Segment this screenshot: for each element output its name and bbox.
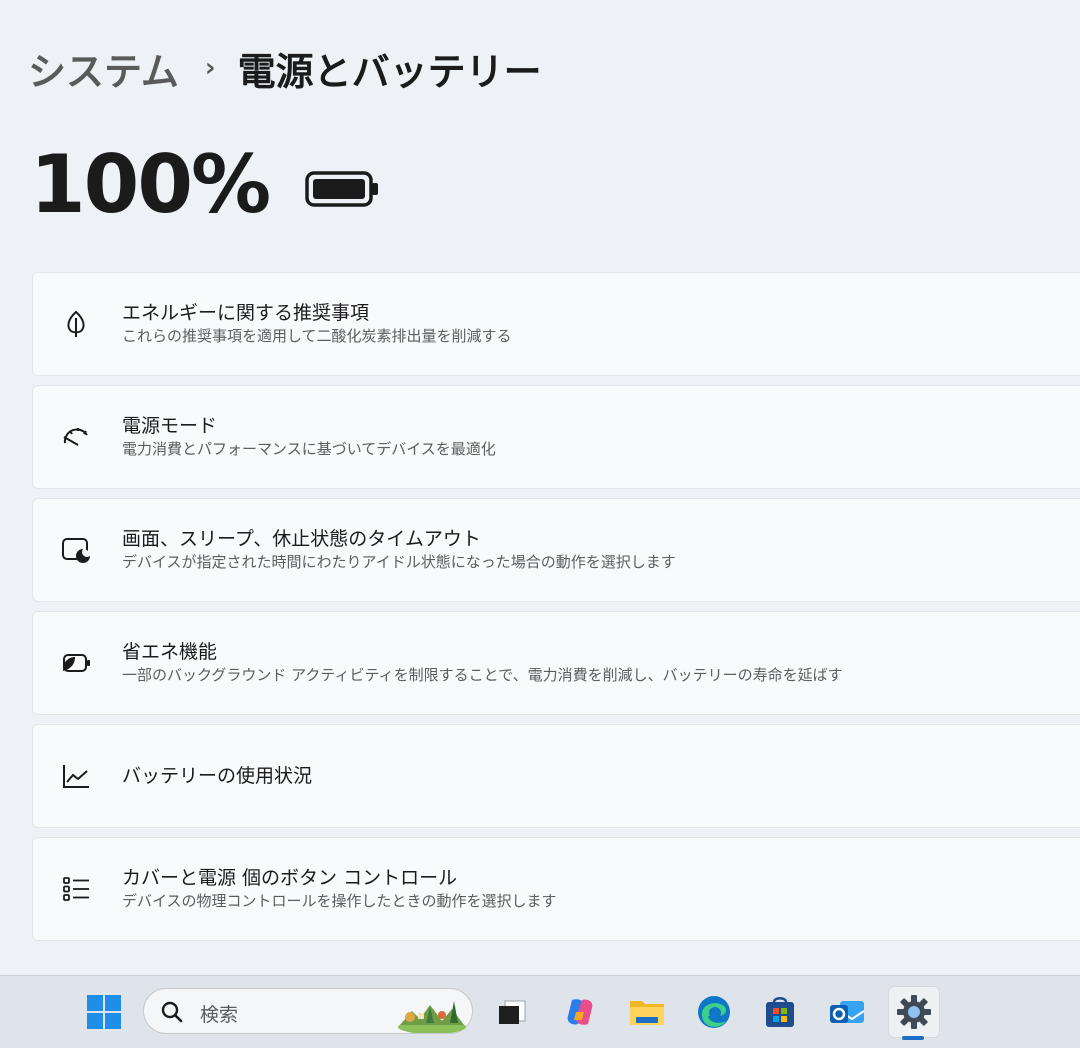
breadcrumb: システム › 電源とバッテリー bbox=[28, 40, 542, 96]
page-title: 電源とバッテリー bbox=[237, 49, 542, 94]
breadcrumb-separator: › bbox=[204, 53, 216, 83]
card-title: 省エネ機能 bbox=[122, 641, 218, 663]
list-settings-icon bbox=[59, 872, 93, 906]
battery-status: 100% bbox=[30, 140, 381, 230]
chart-line-icon bbox=[59, 759, 93, 793]
search-label: 検索 bbox=[200, 1004, 239, 1026]
card-description: これらの推奨事項を適用して二酸化炭素排出量を削減する bbox=[122, 327, 512, 345]
power-mode-gauge-icon bbox=[59, 420, 93, 454]
card-screen-sleep-timeout[interactable]: 画面、スリープ、休止状態のタイムアウト デバイスが指定された時間にわたりアイドル… bbox=[32, 498, 1080, 602]
card-description: デバイスが指定された時間にわたりアイドル状態になった場合の動作を選択します bbox=[122, 553, 676, 571]
breadcrumb-parent-system[interactable]: システム bbox=[28, 41, 179, 96]
taskbar: 検索 bbox=[0, 975, 1080, 1048]
card-title: エネルギーに関する推奨事項 bbox=[122, 302, 370, 324]
settings-icon[interactable] bbox=[888, 986, 940, 1038]
screen-sleep-icon bbox=[59, 533, 93, 567]
outlook-icon[interactable] bbox=[825, 990, 869, 1034]
card-title: 画面、スリープ、休止状態のタイムアウト bbox=[122, 528, 481, 550]
start-icon[interactable] bbox=[86, 994, 122, 1030]
settings-page: システム › 電源とバッテリー 100% エネルギーに関する推奨事項 これらの推 bbox=[0, 0, 1080, 975]
card-description: デバイスの物理コントロールを操作したときの動作を選択します bbox=[122, 892, 557, 910]
battery-percentage: 100% bbox=[30, 138, 271, 231]
search-icon bbox=[160, 1000, 184, 1024]
energy-saver-icon bbox=[59, 646, 93, 680]
card-lid-power-button-controls[interactable]: カバーと電源 個のボタン コントロール デバイスの物理コントロールを操作したとき… bbox=[32, 837, 1080, 941]
battery-icon bbox=[305, 171, 381, 207]
card-title: カバーと電源 個のボタン コントロール bbox=[122, 867, 458, 889]
taskbar-search-box[interactable]: 検索 bbox=[143, 988, 473, 1034]
card-power-mode[interactable]: 電源モード 電力消費とパフォーマンスに基づいてデバイスを最適化 bbox=[32, 385, 1080, 489]
search-highlight-illustration-icon bbox=[396, 993, 468, 1034]
card-description: 一部のバックグラウンド アクティビティを制限することで、電力消費を削減し、バッテ… bbox=[122, 666, 843, 684]
card-energy-saver[interactable]: 省エネ機能 一部のバックグラウンド アクティビティを制限することで、電力消費を削… bbox=[32, 611, 1080, 715]
card-title: バッテリーの使用状況 bbox=[122, 765, 313, 787]
edge-icon[interactable] bbox=[692, 990, 736, 1034]
battery-fill bbox=[313, 179, 366, 199]
card-energy-recommendations[interactable]: エネルギーに関する推奨事項 これらの推奨事項を適用して二酸化炭素排出量を削減する bbox=[32, 272, 1080, 376]
store-icon[interactable] bbox=[758, 990, 802, 1034]
card-title: 電源モード bbox=[122, 415, 218, 437]
card-description: 電力消費とパフォーマンスに基づいてデバイスを最適化 bbox=[122, 440, 496, 458]
leaf-icon bbox=[59, 307, 93, 341]
active-app-indicator bbox=[902, 1036, 924, 1040]
file-explorer-icon[interactable] bbox=[625, 990, 669, 1034]
card-battery-usage[interactable]: バッテリーの使用状況 bbox=[32, 724, 1080, 828]
copilot-icon[interactable] bbox=[558, 990, 602, 1034]
settings-card-list: エネルギーに関する推奨事項 これらの推奨事項を適用して二酸化炭素排出量を削減する… bbox=[32, 272, 1080, 950]
task-view-icon[interactable] bbox=[490, 990, 534, 1034]
